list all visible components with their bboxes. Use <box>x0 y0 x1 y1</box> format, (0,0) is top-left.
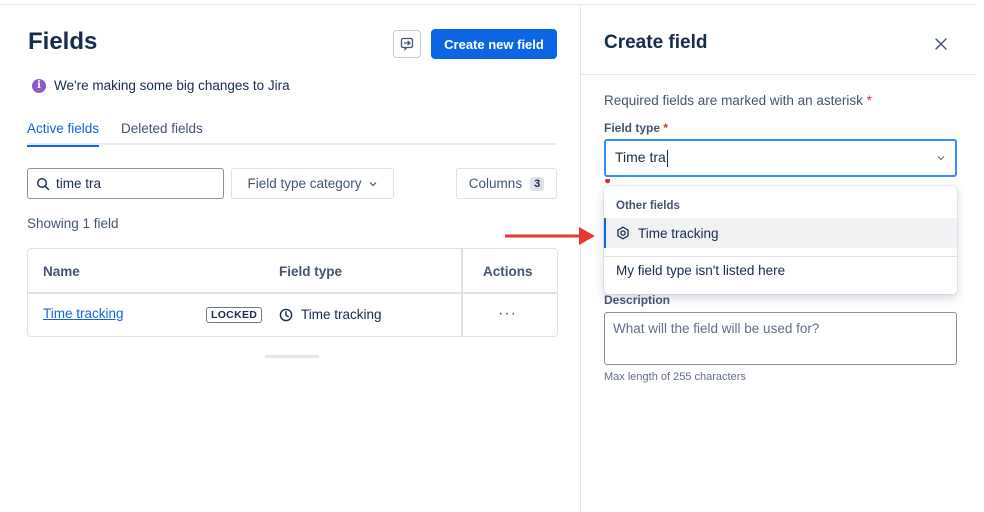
search-value: time tra <box>56 176 102 191</box>
drawer-divider <box>580 4 581 512</box>
column-header-name: Name <box>43 264 80 279</box>
top-border <box>0 4 976 5</box>
drawer-header-divider <box>581 74 976 75</box>
field-type-typed-text: Time tra <box>615 149 666 166</box>
chevron-down-icon <box>369 181 376 186</box>
columns-button[interactable]: Columns 3 <box>456 168 557 199</box>
option-label: Time tracking <box>638 225 719 241</box>
drawer-title: Create field <box>604 32 708 53</box>
field-type-label: Field type * <box>604 121 668 135</box>
required-note-text: Required fields are marked with an aster… <box>604 93 863 108</box>
required-asterisk: * <box>866 93 872 108</box>
description-label: Description <box>604 293 671 307</box>
field-name-link[interactable]: Time tracking <box>43 306 124 321</box>
results-count: Showing 1 field <box>27 216 119 231</box>
feedback-button[interactable] <box>393 30 421 58</box>
close-icon <box>935 38 947 50</box>
more-actions-button[interactable]: ··· <box>498 305 517 323</box>
announcement-banner[interactable]: i We're making some big changes to Jira <box>32 78 290 93</box>
description-textarea[interactable]: What will the field will be used for? <box>604 312 957 365</box>
field-type-category-filter[interactable]: Field type category <box>231 168 394 199</box>
gear-icon <box>617 226 629 240</box>
column-header-actions: Actions <box>483 264 533 279</box>
fields-tabs: Active fields Deleted fields <box>27 121 557 147</box>
close-button[interactable] <box>932 35 950 53</box>
feedback-icon <box>400 37 414 51</box>
info-icon: i <box>32 78 46 93</box>
clock-icon <box>279 308 293 321</box>
field-type-text: Time tracking <box>301 307 382 322</box>
fields-table: Name Field type Actions Time tracking LO… <box>27 248 558 337</box>
description-helper-text: Max length of 255 characters <box>604 371 746 383</box>
search-input[interactable]: time tra <box>27 168 224 199</box>
required-note: Required fields are marked with an aster… <box>604 93 872 108</box>
option-field-type-not-listed[interactable]: My field type isn't listed here <box>616 263 785 278</box>
tab-deleted-fields[interactable]: Deleted fields <box>121 121 203 145</box>
page-title: Fields <box>28 28 98 55</box>
announcement-text: We're making some big changes to Jira <box>54 78 290 93</box>
horizontal-scrollbar[interactable] <box>265 355 319 358</box>
search-icon <box>36 177 50 190</box>
column-header-field-type: Field type <box>279 264 343 279</box>
field-type-cell: Time tracking <box>279 307 382 322</box>
columns-label: Columns <box>468 176 523 191</box>
field-type-input-value: Time tra <box>615 149 668 167</box>
locked-lozenge: LOCKED <box>206 307 263 323</box>
field-type-label-text: Field type <box>604 121 661 135</box>
field-type-select[interactable]: Time tra <box>604 139 957 177</box>
dropdown-group-heading: Other fields <box>616 200 680 212</box>
option-time-tracking[interactable]: Time tracking <box>604 218 957 248</box>
field-type-asterisk: * <box>663 121 669 135</box>
tab-active-fields[interactable]: Active fields <box>27 121 100 147</box>
text-cursor <box>666 149 668 167</box>
error-glimpse: ● <box>604 179 744 185</box>
dropdown-divider <box>604 256 957 257</box>
actions-column-divider <box>461 249 463 336</box>
field-type-dropdown-menu: Other fields Time tracking My field type… <box>604 186 957 294</box>
annotation-arrow <box>505 227 595 245</box>
error-message: ● <box>604 179 744 185</box>
chevron-down-icon <box>937 156 945 161</box>
create-new-field-button[interactable]: Create new field <box>431 29 557 59</box>
filter-label: Field type category <box>247 176 362 191</box>
header-divider <box>28 292 557 294</box>
columns-count-badge: 3 <box>530 176 545 191</box>
